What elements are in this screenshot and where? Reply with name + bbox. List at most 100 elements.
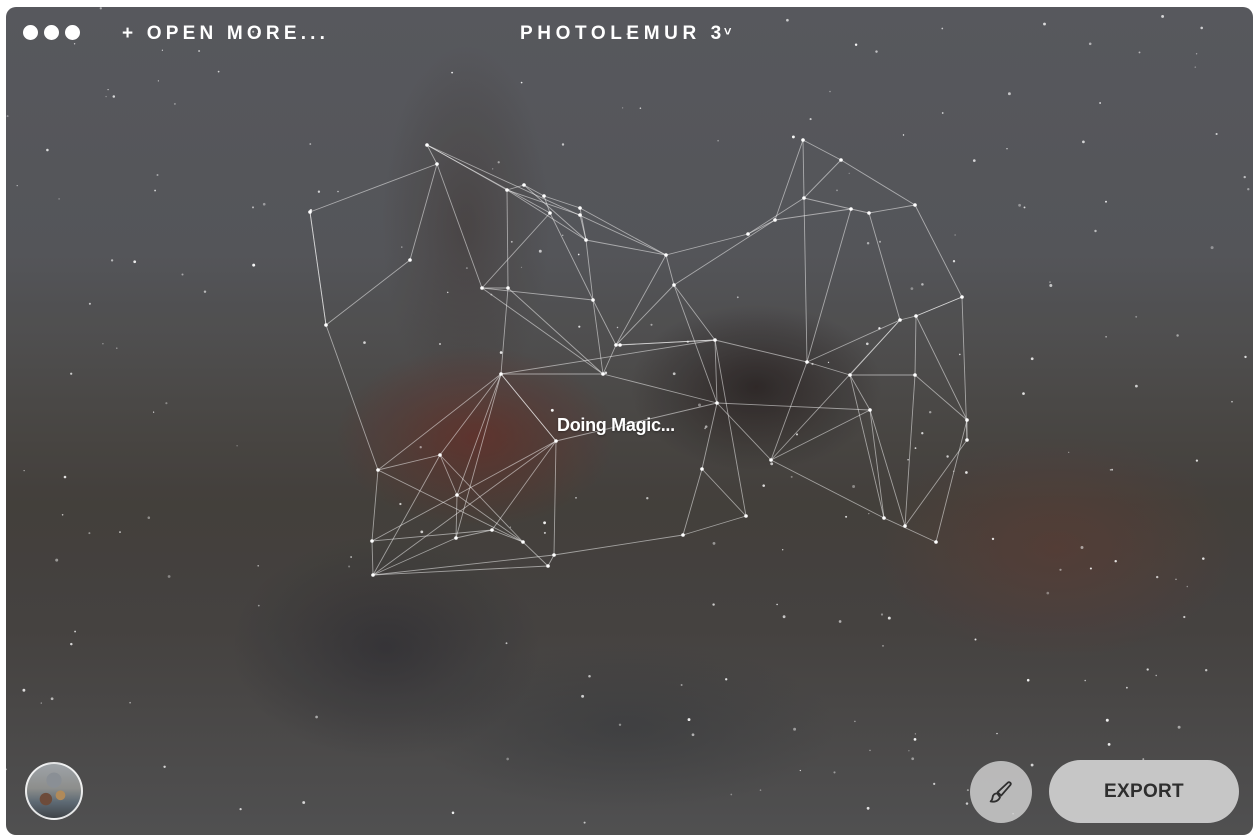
mesh-node xyxy=(548,211,552,215)
mesh-line xyxy=(714,339,808,363)
mesh-line xyxy=(426,144,551,214)
mesh-node xyxy=(848,373,852,377)
mesh-node xyxy=(546,564,550,568)
mesh-line xyxy=(547,554,555,567)
mesh-line xyxy=(770,459,885,519)
mesh-node xyxy=(867,211,871,215)
mesh-line xyxy=(553,534,684,556)
mesh-line xyxy=(802,139,805,199)
mesh-line xyxy=(714,339,747,517)
mesh-line xyxy=(456,494,524,543)
mesh-node xyxy=(664,253,668,257)
mesh-line xyxy=(899,315,917,321)
mesh-line xyxy=(904,439,968,527)
brush-button[interactable] xyxy=(970,761,1032,823)
mesh-node xyxy=(672,283,676,287)
mesh-line xyxy=(372,554,555,576)
chevron-down-icon: ˅ xyxy=(723,24,732,39)
mesh-node xyxy=(522,183,526,187)
mesh-line xyxy=(436,163,483,289)
export-button[interactable]: EXPORT xyxy=(1049,760,1239,823)
mesh-line xyxy=(500,287,509,375)
mesh-line xyxy=(914,374,968,421)
mesh-line xyxy=(371,469,379,542)
mesh-line xyxy=(309,163,438,213)
mesh-node xyxy=(965,438,969,442)
mesh-node xyxy=(801,138,805,142)
mesh-line xyxy=(803,197,852,210)
mesh-node xyxy=(454,536,458,540)
mesh-line xyxy=(409,163,438,261)
mesh-node xyxy=(324,323,328,327)
mesh-line xyxy=(455,373,502,539)
mesh-line xyxy=(840,159,916,206)
mesh-node xyxy=(868,408,872,412)
mesh-node xyxy=(965,418,969,422)
mesh-line xyxy=(481,212,551,289)
minimize-window-button[interactable] xyxy=(44,25,59,40)
mesh-node xyxy=(601,372,605,376)
mesh-node xyxy=(618,343,622,347)
mesh-line xyxy=(850,208,870,214)
app-title-menu[interactable]: PHOTOLEMUR 3˅ xyxy=(520,23,731,45)
mesh-line xyxy=(770,409,871,461)
mesh-line xyxy=(770,361,808,461)
window-controls xyxy=(23,25,80,40)
mesh-line xyxy=(665,254,675,286)
mesh-line xyxy=(500,339,716,375)
mesh-line xyxy=(673,284,716,341)
close-window-button[interactable] xyxy=(23,25,38,40)
zoom-window-button[interactable] xyxy=(65,25,80,40)
mesh-node xyxy=(914,314,918,318)
mesh-line xyxy=(904,374,916,527)
mesh-line xyxy=(553,440,557,556)
mesh-node xyxy=(839,158,843,162)
mesh-line xyxy=(849,374,871,411)
mesh-node xyxy=(805,360,809,364)
mesh-node xyxy=(681,533,685,537)
mesh-node xyxy=(700,467,704,471)
mesh-line xyxy=(806,208,852,363)
mesh-node xyxy=(773,218,777,222)
mesh-line xyxy=(682,468,703,536)
mesh-node xyxy=(542,194,546,198)
mesh-node xyxy=(408,258,412,262)
mesh-line xyxy=(868,212,901,321)
mesh-node xyxy=(578,206,582,210)
mesh-line xyxy=(506,189,509,289)
mesh-line xyxy=(325,324,379,471)
mesh-node xyxy=(371,573,375,577)
mesh-line xyxy=(915,315,968,421)
photo-thumbnail[interactable] xyxy=(25,762,83,820)
title-bar: + OPEN MORE... PHOTOLEMUR 3˅ xyxy=(6,7,1253,59)
mesh-line xyxy=(747,197,805,235)
mesh-line xyxy=(803,197,808,363)
open-more-button[interactable]: + OPEN MORE... xyxy=(122,23,329,45)
mesh-node xyxy=(480,286,484,290)
mesh-line xyxy=(673,284,718,404)
mesh-node xyxy=(913,373,917,377)
mesh-line xyxy=(456,373,502,496)
mesh-node xyxy=(490,528,494,532)
mesh-line xyxy=(802,139,842,161)
mesh-line xyxy=(774,208,852,221)
mesh-line xyxy=(716,402,772,461)
mesh-node xyxy=(499,372,503,376)
processing-status: Doing Magic... xyxy=(557,415,675,435)
mesh-line xyxy=(868,204,916,214)
mesh-node xyxy=(903,524,907,528)
mesh-line xyxy=(500,373,557,442)
mesh-line xyxy=(506,189,581,216)
mesh-node xyxy=(746,232,750,236)
mesh-line xyxy=(372,440,557,576)
mesh-line xyxy=(849,374,885,519)
mesh-node xyxy=(425,143,429,147)
mesh-line xyxy=(682,515,747,536)
mesh-line xyxy=(602,373,718,404)
mesh-line xyxy=(665,233,749,256)
mesh-node xyxy=(744,514,748,518)
mesh-line xyxy=(716,402,871,411)
mesh-line xyxy=(585,239,667,256)
mesh-line xyxy=(849,319,901,376)
mesh-line xyxy=(673,219,776,286)
